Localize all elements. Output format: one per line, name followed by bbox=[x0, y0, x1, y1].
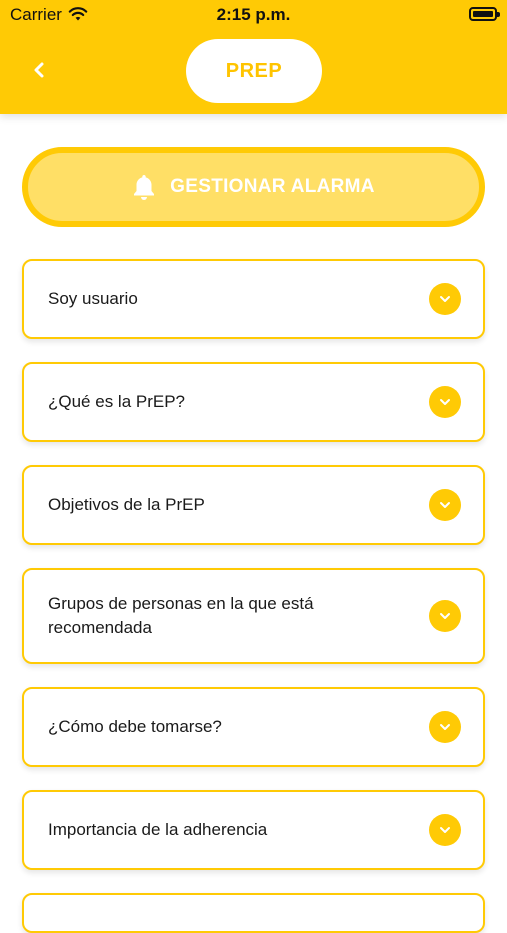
bell-icon bbox=[132, 173, 156, 201]
faq-item-label: Objetivos de la PrEP bbox=[48, 495, 205, 514]
faq-item-label: Grupos de personas en la que está recome… bbox=[48, 594, 314, 637]
chevron-down-icon bbox=[429, 386, 461, 418]
back-button[interactable] bbox=[24, 55, 54, 85]
faq-item-que-es-prep[interactable]: ¿Qué es la PrEP? bbox=[22, 362, 485, 442]
header: Carrier 2:15 p.m. PREP bbox=[0, 0, 507, 114]
manage-alarm-label: GESTIONAR ALARMA bbox=[170, 176, 375, 197]
chevron-down-icon bbox=[429, 283, 461, 315]
page-title-label: PREP bbox=[225, 59, 283, 82]
faq-item-partial[interactable] bbox=[22, 893, 485, 933]
faq-item-soy-usuario[interactable]: Soy usuario bbox=[22, 259, 485, 339]
faq-list: Soy usuario ¿Qué es la PrEP? Objetivos d… bbox=[22, 259, 485, 933]
faq-item-objetivos[interactable]: Objetivos de la PrEP bbox=[22, 465, 485, 545]
chevron-down-icon bbox=[429, 489, 461, 521]
faq-item-como-tomarse[interactable]: ¿Cómo debe tomarse? bbox=[22, 687, 485, 767]
faq-item-label: Importancia de la adherencia bbox=[48, 820, 268, 839]
faq-item-grupos[interactable]: Grupos de personas en la que está recome… bbox=[22, 568, 485, 664]
manage-alarm-button[interactable]: GESTIONAR ALARMA bbox=[22, 147, 485, 227]
chevron-left-icon bbox=[34, 62, 44, 78]
status-time: 2:15 p.m. bbox=[216, 5, 291, 24]
faq-item-label: ¿Cómo debe tomarse? bbox=[48, 717, 222, 736]
status-bar: Carrier 2:15 p.m. bbox=[0, 0, 507, 30]
faq-item-adherencia[interactable]: Importancia de la adherencia bbox=[22, 790, 485, 870]
faq-item-label: ¿Qué es la PrEP? bbox=[48, 392, 186, 411]
chevron-down-icon bbox=[429, 711, 461, 743]
chevron-down-icon bbox=[429, 600, 461, 632]
battery-icon bbox=[469, 7, 500, 21]
chevron-down-icon bbox=[429, 814, 461, 846]
page-title: PREP bbox=[186, 39, 322, 103]
faq-item-label: Soy usuario bbox=[48, 289, 138, 308]
